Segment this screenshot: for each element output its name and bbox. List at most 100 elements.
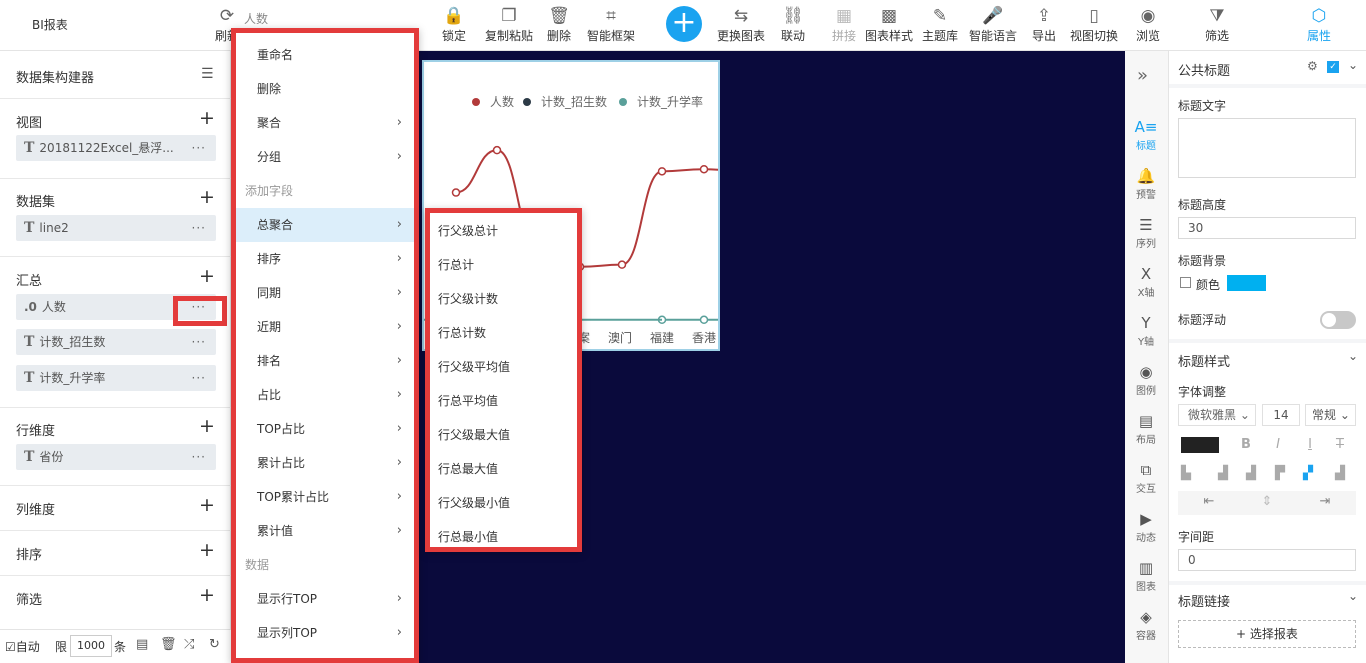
align-right-icon[interactable]: ▟ xyxy=(1240,466,1262,481)
auto-checkbox[interactable]: ☑自动 xyxy=(5,638,40,655)
toolbar-hexagon-button[interactable]: ⬡ 属性 xyxy=(1302,4,1336,48)
summary-field-shengxue[interactable]: T 计数_升学率 ··· xyxy=(16,365,216,391)
toolbar-chart-swap-button[interactable]: ⇆ 更换图表 xyxy=(714,4,768,48)
add-dataset-button[interactable]: + xyxy=(199,188,215,207)
reload-icon[interactable]: ↻ xyxy=(209,637,220,652)
menu-item[interactable]: 删除 xyxy=(236,72,414,106)
strip-interact[interactable]: ⧉ 交互 xyxy=(1125,460,1167,495)
chevron-down-icon[interactable]: ⌄ xyxy=(1348,349,1358,363)
limit-input[interactable]: 1000 xyxy=(70,635,112,657)
strip-dynamic[interactable]: ▶ 动态 xyxy=(1125,509,1167,544)
strikethrough-icon[interactable]: T xyxy=(1329,437,1351,452)
field-dropdown[interactable]: 人数 xyxy=(244,10,268,27)
italic-icon[interactable]: I xyxy=(1267,437,1289,452)
toolbar-lock-button[interactable]: 🔒 锁定 xyxy=(440,4,468,48)
menu-item[interactable]: 分组 › xyxy=(236,140,414,174)
title-height-input[interactable]: 30 xyxy=(1178,217,1356,239)
bg-color-checkbox[interactable] xyxy=(1180,277,1191,288)
toolbar-frame-button[interactable]: ⌗ 智能框架 xyxy=(583,4,639,48)
menu-item[interactable]: TOP累计占比 › xyxy=(236,480,414,514)
chevron-down-icon[interactable]: ⌄ xyxy=(1348,58,1358,72)
submenu-item[interactable]: 行总计数 xyxy=(430,316,577,350)
menu-item[interactable]: 近期 › xyxy=(236,310,414,344)
submenu-item[interactable]: 行父级最大值 xyxy=(430,418,577,452)
strip-legend[interactable]: ◉ 图例 xyxy=(1125,362,1167,397)
field-menu-dots[interactable]: ··· xyxy=(192,135,206,161)
field-menu-dots[interactable]: ··· xyxy=(192,365,206,391)
add-component-button[interactable]: + xyxy=(666,6,702,42)
menu-item[interactable]: 同期 › xyxy=(236,276,414,310)
add-view-button[interactable]: + xyxy=(199,109,215,128)
font-weight-select[interactable]: 常规 ⌄ xyxy=(1305,404,1356,426)
toolbar-eye-button[interactable]: ◉ 浏览 xyxy=(1134,4,1162,48)
strip-chart[interactable]: ▥ 图表 xyxy=(1125,558,1167,593)
summary-field-zhaosheng[interactable]: T 计数_招生数 ··· xyxy=(16,329,216,355)
menu-item[interactable]: 显示行TOP › xyxy=(236,582,414,616)
menu-item[interactable]: 重命名 xyxy=(236,38,414,72)
strip-list[interactable]: ☰ 序列 xyxy=(1125,215,1167,250)
align-middle-icon[interactable]: ▞ xyxy=(1297,466,1319,481)
view-field[interactable]: T 20181122Excel_悬浮... ··· xyxy=(16,135,216,161)
font-size-input[interactable]: 14 xyxy=(1262,404,1300,426)
title-bg-color-swatch[interactable] xyxy=(1227,275,1266,291)
add-col-dim-button[interactable]: + xyxy=(199,496,215,515)
enable-checkbox[interactable]: ✓ xyxy=(1327,61,1339,73)
select-report-button[interactable]: + 选择报表 xyxy=(1178,620,1356,648)
row-dim-field[interactable]: T 省份 ··· xyxy=(16,444,216,470)
submenu-item[interactable]: 行总最小值 xyxy=(430,520,577,554)
submenu-item[interactable]: 行父级总计 xyxy=(430,214,577,248)
toolbar-copy-button[interactable]: ❐ 复制粘贴 xyxy=(479,4,539,48)
gear-icon[interactable]: ⚙ xyxy=(1307,59,1318,73)
strip-layers[interactable]: ◈ 容器 xyxy=(1125,607,1167,642)
field-menu-dots[interactable]: ··· xyxy=(192,215,206,241)
collapse-double-chevron-icon[interactable]: » xyxy=(1137,65,1148,86)
menu-item[interactable]: 显示列TOP › xyxy=(236,616,414,650)
shuffle-icon[interactable]: ⤮ xyxy=(184,637,194,652)
dataset-field[interactable]: Tline2 ··· xyxy=(16,215,216,241)
indent-left-icon[interactable]: ⇤ xyxy=(1198,494,1220,509)
toolbar-mic-button[interactable]: 🎤 智能语言 xyxy=(966,4,1020,48)
font-family-select[interactable]: 微软雅黑 ⌄ xyxy=(1178,404,1256,426)
toolbar-trash-button[interactable]: 🗑 删除 xyxy=(544,4,574,48)
menu-item[interactable]: 聚合 › xyxy=(236,106,414,140)
menu-item[interactable]: 排名 › xyxy=(236,344,414,378)
sql-icon[interactable]: ▤ xyxy=(136,637,148,652)
toolbar-link-button[interactable]: ⛓ 联动 xyxy=(777,4,809,48)
menu-item[interactable]: 总聚合 › xyxy=(236,208,414,242)
letter-spacing-input[interactable]: 0 xyxy=(1178,549,1356,571)
strip-y-axis[interactable]: Y Y轴 xyxy=(1125,313,1167,348)
public-title-header[interactable]: 公共标题 ⚙ ✓ ⌄ xyxy=(1169,51,1366,84)
toolbar-grid-button[interactable]: ▦ 拼接 xyxy=(830,4,858,48)
menu-item[interactable]: 累计占比 › xyxy=(236,446,414,480)
underline-icon[interactable]: I xyxy=(1299,437,1321,452)
strip-title[interactable]: A≡ 标题 xyxy=(1125,117,1167,152)
chevron-down-icon[interactable]: ⌄ xyxy=(1348,589,1358,603)
title-float-toggle[interactable] xyxy=(1320,311,1356,329)
menu-item[interactable]: TOP占比 › xyxy=(236,412,414,446)
align-top-icon[interactable]: ▛ xyxy=(1269,466,1291,481)
indent-center-icon[interactable]: ⇕ xyxy=(1256,494,1278,509)
menu-item[interactable]: 排序 › xyxy=(236,242,414,276)
add-summary-button[interactable]: + xyxy=(199,267,215,286)
bold-icon[interactable]: B xyxy=(1235,437,1257,452)
trash-icon[interactable]: 🗑 xyxy=(160,637,177,652)
text-color-swatch[interactable] xyxy=(1181,437,1219,453)
submenu-item[interactable]: 行父级平均值 xyxy=(430,350,577,384)
toolbar-brush-button[interactable]: ✎ 主题库 xyxy=(920,4,960,48)
field-menu-dots[interactable]: ··· xyxy=(192,329,206,355)
toolbar-filter-button[interactable]: ⧩ 筛选 xyxy=(1201,4,1233,48)
toolbar-style-button[interactable]: ▩ 图表样式 xyxy=(863,4,915,48)
add-sort-button[interactable]: + xyxy=(199,541,215,560)
menu-item[interactable]: 占比 › xyxy=(236,378,414,412)
add-filter-button[interactable]: + xyxy=(199,586,215,605)
add-row-dim-button[interactable]: + xyxy=(199,417,215,436)
submenu-item[interactable]: 行父级计数 xyxy=(430,282,577,316)
indent-right-icon[interactable]: ⇥ xyxy=(1314,494,1336,509)
submenu-item[interactable]: 行总计 xyxy=(430,248,577,282)
title-text-textarea[interactable] xyxy=(1178,118,1356,178)
collapse-panel-icon[interactable]: ☰ xyxy=(201,66,214,82)
align-center-icon[interactable]: ▟ xyxy=(1212,466,1234,481)
field-menu-dots[interactable]: ··· xyxy=(192,444,206,470)
strip-x-axis[interactable]: X X轴 xyxy=(1125,264,1167,299)
strip-layout[interactable]: ▤ 布局 xyxy=(1125,411,1167,446)
